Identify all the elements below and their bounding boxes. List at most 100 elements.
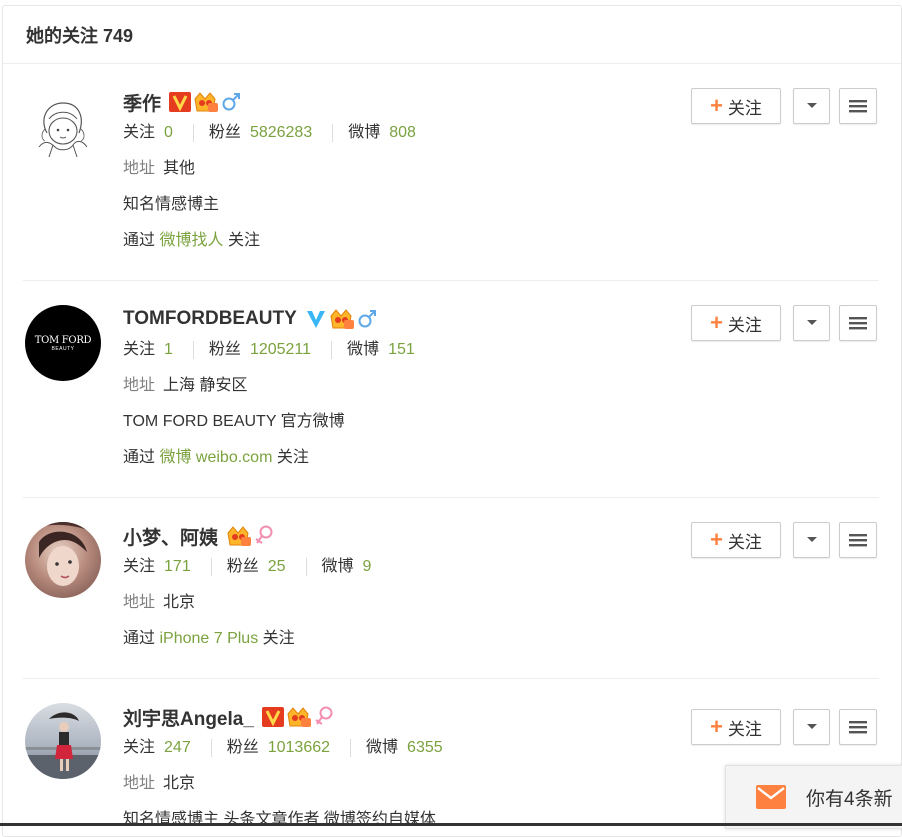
follows-count[interactable]: 247 [164,738,191,758]
plus-icon: + [710,310,723,335]
address-value: 上海 静安区 [163,377,248,394]
menu-button[interactable] [839,522,877,558]
member-crown-icon[interactable] [286,706,312,728]
dropdown-button[interactable] [793,522,830,558]
follow-button[interactable]: + 关注 [691,305,781,341]
new-messages-toast[interactable]: 你有4条新 [725,765,902,829]
posts-label: 微博 [321,558,354,575]
user-address: 地址 上海 静安区 [123,376,415,396]
member-crown-icon[interactable] [226,525,252,547]
fans-label: 粉丝 [226,558,259,575]
divider [210,558,212,576]
user-item-1: 季作 关注 0 粉丝 5826283 微博 808 地址 其他 知名情感博主 通… [3,64,901,280]
hamburger-icon [849,721,867,734]
sketch-avatar-image [38,102,88,158]
divider [192,124,194,142]
dropdown-button[interactable] [793,709,830,745]
posts-count[interactable]: 808 [389,123,416,143]
user-info: TOMFORDBEAUTY 关注 1 粉丝 1205211 微博 151 地址 … [123,305,415,468]
follows-count[interactable]: 171 [164,557,191,577]
posts-count[interactable]: 151 [388,340,415,360]
follows-label: 关注 [123,739,156,756]
menu-button[interactable] [839,709,877,745]
avatar[interactable] [25,89,101,165]
hamburger-icon [849,100,867,113]
avatar[interactable] [25,522,101,598]
user-address: 地址 其他 [123,159,416,179]
follow-button[interactable]: + 关注 [691,522,781,558]
fans-label: 粉丝 [208,124,241,141]
posts-label: 微博 [347,341,380,358]
address-label: 地址 [123,377,156,394]
hamburger-icon [849,534,867,547]
fans-label: 粉丝 [208,341,241,358]
user-stats: 关注 247 粉丝 1013662 微博 6355 [123,738,443,758]
panel-header: 她的关注 749 [3,6,901,64]
address-value: 其他 [163,160,196,177]
via-source-link[interactable]: 微博 weibo.com [159,449,272,466]
member-crown-icon[interactable] [329,308,355,330]
follows-label: 关注 [123,558,156,575]
user-via: 通过 微博找人 关注 [123,231,416,251]
user-name[interactable]: 季作 [123,89,161,116]
user-address: 地址 北京 [123,593,371,613]
fans-count[interactable]: 1205211 [250,340,311,360]
user-name[interactable]: TOMFORDBEAUTY [123,308,297,330]
avatar[interactable]: TOM FORD BEAUTY [25,305,101,381]
address-value: 北京 [163,775,196,792]
via-suffix: 关注 [262,630,295,647]
address-label: 地址 [123,775,156,792]
via-prefix: 通过 [123,630,156,647]
posts-count[interactable]: 6355 [407,738,443,758]
menu-button[interactable] [839,88,877,124]
follow-button-label: 关注 [727,532,762,552]
follows-count[interactable]: 0 [164,123,173,143]
divider [331,341,333,359]
caret-down-icon [806,320,817,325]
follows-count[interactable]: 1 [164,340,173,360]
user-name[interactable]: 刘宇思Angela_ [123,704,254,731]
fans-count[interactable]: 1013662 [268,738,330,758]
orange-v-verified-icon[interactable] [261,707,284,727]
orange-v-verified-icon[interactable] [169,92,192,112]
avatar[interactable] [25,703,101,779]
avatar-logo-text: TOM FORD [34,334,92,346]
hamburger-icon [849,317,867,330]
male-icon [221,92,241,112]
follow-button[interactable]: + 关注 [691,88,781,124]
menu-button[interactable] [839,305,877,341]
dropdown-button[interactable] [793,88,830,124]
divider [332,124,334,142]
member-crown-icon[interactable] [193,91,219,113]
via-suffix: 关注 [276,449,309,466]
toast-text[interactable]: 你有4条新 [806,784,893,811]
user-item-3: 小梦、阿姨 关注 171 粉丝 25 微博 9 地址 北京 通过 iPhone … [3,498,901,678]
posts-count[interactable]: 9 [363,557,372,577]
follow-button[interactable]: + 关注 [691,709,781,745]
user-info: 季作 关注 0 粉丝 5826283 微博 808 地址 其他 知名情感博主 通… [123,88,416,251]
via-source-link[interactable]: iPhone 7 Plus [159,630,258,647]
female-icon [314,706,334,728]
caret-down-icon [806,537,817,542]
follows-label: 关注 [123,124,156,141]
user-name[interactable]: 小梦、阿姨 [123,523,218,550]
divider [210,739,212,757]
follow-button-label: 关注 [727,98,762,118]
fans-count[interactable]: 25 [268,557,286,577]
via-suffix: 关注 [227,232,260,249]
user-bio: 知名情感博主 头条文章作者 微博签约自媒体 [123,811,436,828]
blue-v-verified-icon[interactable] [305,308,327,330]
via-source-link[interactable]: 微博找人 [159,232,223,249]
divider [305,558,307,576]
user-info: 刘宇思Angela_ 关注 247 粉丝 1013662 微博 6355 地址 … [123,703,443,830]
user-via: 通过 微博 weibo.com 关注 [123,448,415,468]
user-stats: 关注 171 粉丝 25 微博 9 [123,557,371,577]
user-bio: 知名情感博主 [123,196,220,213]
caret-down-icon [806,724,817,729]
via-prefix: 通过 [123,449,156,466]
dropdown-button[interactable] [793,305,830,341]
user-stats: 关注 1 粉丝 1205211 微博 151 [123,340,415,360]
fans-count[interactable]: 5826283 [250,123,312,143]
caret-down-icon [806,103,817,108]
plus-icon: + [710,714,723,739]
